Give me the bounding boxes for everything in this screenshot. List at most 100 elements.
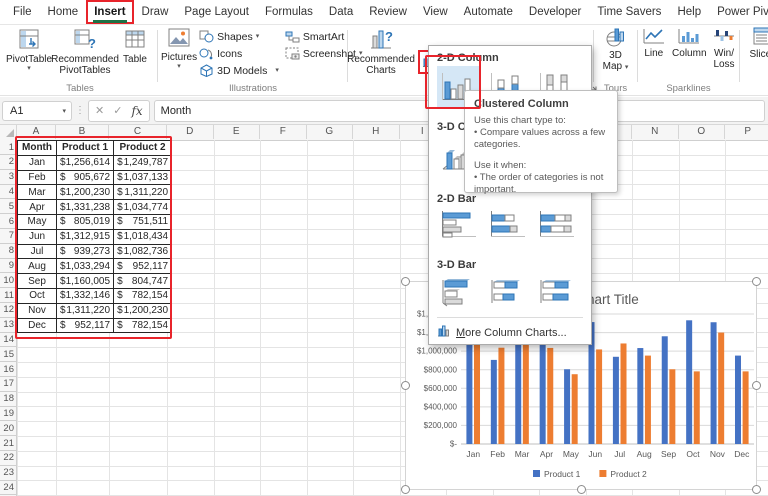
row-header-14[interactable]: 14 [0,334,14,345]
cell-month[interactable]: Oct [17,287,57,304]
table-header-cell[interactable]: Product 1 [55,140,115,156]
tab-time-savers[interactable]: Time Savers [589,0,669,24]
column-header-H[interactable]: H [353,125,400,139]
cell-month[interactable]: Apr [17,199,57,215]
row-header-16[interactable]: 16 [0,364,14,375]
cell-value[interactable]: $1,033,294 [55,258,115,275]
cell-value[interactable]: $804,747 [113,273,173,289]
tab-developer[interactable]: Developer [521,0,589,24]
sparkline-line-button[interactable]: Line [640,25,668,70]
tab-view[interactable]: View [415,0,456,24]
cell-value[interactable]: $1,311,220 [113,184,173,201]
cell-value[interactable]: $905,672 [55,169,115,186]
chart-resize-handle[interactable] [752,381,761,390]
column-header-A[interactable]: A [17,125,56,139]
cell-month[interactable]: Sep [17,273,57,289]
row-header-17[interactable]: 17 [0,378,14,389]
cell-value[interactable]: $1,200,230 [113,302,173,319]
shapes-button[interactable]: Shapes ▾ [199,28,279,45]
3d-map-button[interactable]: 3D Map ▾ [596,25,635,72]
column-header-N[interactable]: N [632,125,679,139]
cell-value[interactable]: $782,154 [113,317,173,334]
3d-models-button[interactable]: 3D Models ▾ [199,62,279,79]
pivottable-button[interactable]: PivotTable ▾ [6,25,52,76]
chart-type-bar-clustered[interactable] [437,207,481,241]
cell-value[interactable]: $1,311,220 [55,302,115,319]
cell-value[interactable]: $1,249,787 [113,154,173,171]
cell-value[interactable]: $1,160,005 [55,273,115,289]
chart-resize-handle[interactable] [752,485,761,494]
row-header-4[interactable]: 4 [0,186,14,197]
cell-value[interactable]: $1,082,736 [113,243,173,260]
chart-type-bar3d-stacked[interactable] [486,273,530,311]
row-header-2[interactable]: 2 [0,156,14,167]
row-header-7[interactable]: 7 [0,230,14,241]
tab-data[interactable]: Data [321,0,361,24]
row-header-10[interactable]: 10 [0,275,14,286]
recommended-charts-button[interactable]: ? Recommended Charts [347,25,415,76]
column-header-E[interactable]: E [214,125,260,139]
tab-formulas[interactable]: Formulas [257,0,321,24]
column-header-C[interactable]: C [109,125,167,139]
chart-type-bar-stacked[interactable] [486,207,530,241]
sparkline-column-button[interactable]: Column [672,25,707,70]
cell-value[interactable]: $805,019 [55,213,115,230]
row-header-24[interactable]: 24 [0,482,14,493]
chart-resize-handle[interactable] [576,485,586,494]
row-header-22[interactable]: 22 [0,452,14,463]
tab-page-layout[interactable]: Page Layout [176,0,257,24]
cell-month[interactable]: Mar [17,184,57,201]
tab-home[interactable]: Home [40,0,87,24]
cell-month[interactable]: May [17,213,57,230]
row-header-11[interactable]: 11 [0,290,14,301]
slicer-button[interactable]: Slicer [742,25,768,60]
chart-type-bar-100[interactable] [535,207,579,241]
cell-month[interactable]: Jan [17,154,57,171]
row-header-1[interactable]: 1 [0,142,14,153]
sparkline-winloss-button[interactable]: Win/ Loss [711,25,737,70]
row-header-18[interactable]: 18 [0,393,14,404]
column-header-F[interactable]: F [260,125,307,139]
cell-value[interactable]: $1,200,230 [55,184,115,201]
row-header-6[interactable]: 6 [0,216,14,227]
row-header-8[interactable]: 8 [0,245,14,256]
chart-type-bar3d-clustered[interactable] [437,273,481,311]
cell-value[interactable]: $1,256,614 [55,154,115,171]
cell-month[interactable]: Jul [17,243,57,260]
row-header-3[interactable]: 3 [0,171,14,182]
row-header-5[interactable]: 5 [0,201,14,212]
cell-value[interactable]: $952,117 [113,258,173,275]
row-header-19[interactable]: 19 [0,408,14,419]
table-header-cell[interactable]: Month [17,140,57,156]
cell-value[interactable]: $751,511 [113,213,173,230]
insert-function-icon[interactable]: fx [131,104,142,118]
more-column-charts-item[interactable]: More Column Charts... [437,325,591,340]
row-header-9[interactable]: 9 [0,260,14,271]
chart-resize-handle[interactable] [401,381,410,390]
tab-power-pivot[interactable]: Power Pivot [709,0,768,24]
cancel-icon[interactable]: ✕ [95,104,104,117]
tab-insert[interactable]: Insert [86,0,134,24]
cell-month[interactable]: Aug [17,258,57,275]
row-header-15[interactable]: 15 [0,349,14,360]
cell-value[interactable]: $952,117 [55,317,115,334]
row-header-23[interactable]: 23 [0,467,14,478]
cell-value[interactable]: $939,273 [55,243,115,260]
cell-month[interactable]: Dec [17,317,57,334]
formula-bar-grip[interactable]: ⋮ [75,105,85,116]
tab-draw[interactable]: Draw [134,0,177,24]
cell-month[interactable]: Feb [17,169,57,186]
chart-type-bar3d-100[interactable] [535,273,579,311]
enter-icon[interactable]: ✓ [113,104,122,117]
row-header-12[interactable]: 12 [0,304,14,315]
select-all-corner[interactable] [0,125,17,139]
tab-help[interactable]: Help [669,0,709,24]
cell-value[interactable]: $1,037,133 [113,169,173,186]
cell-value[interactable]: $782,154 [113,287,173,304]
cell-value[interactable]: $1,331,238 [55,199,115,215]
column-header-G[interactable]: G [307,125,353,139]
cell-value[interactable]: $1,312,915 [55,228,115,245]
worksheet-data-table[interactable]: Month Product 1 Product 2 Jan $1,256,614 $1,2… [17,140,173,334]
column-header-D[interactable]: D [167,125,214,139]
tab-automate[interactable]: Automate [456,0,521,24]
